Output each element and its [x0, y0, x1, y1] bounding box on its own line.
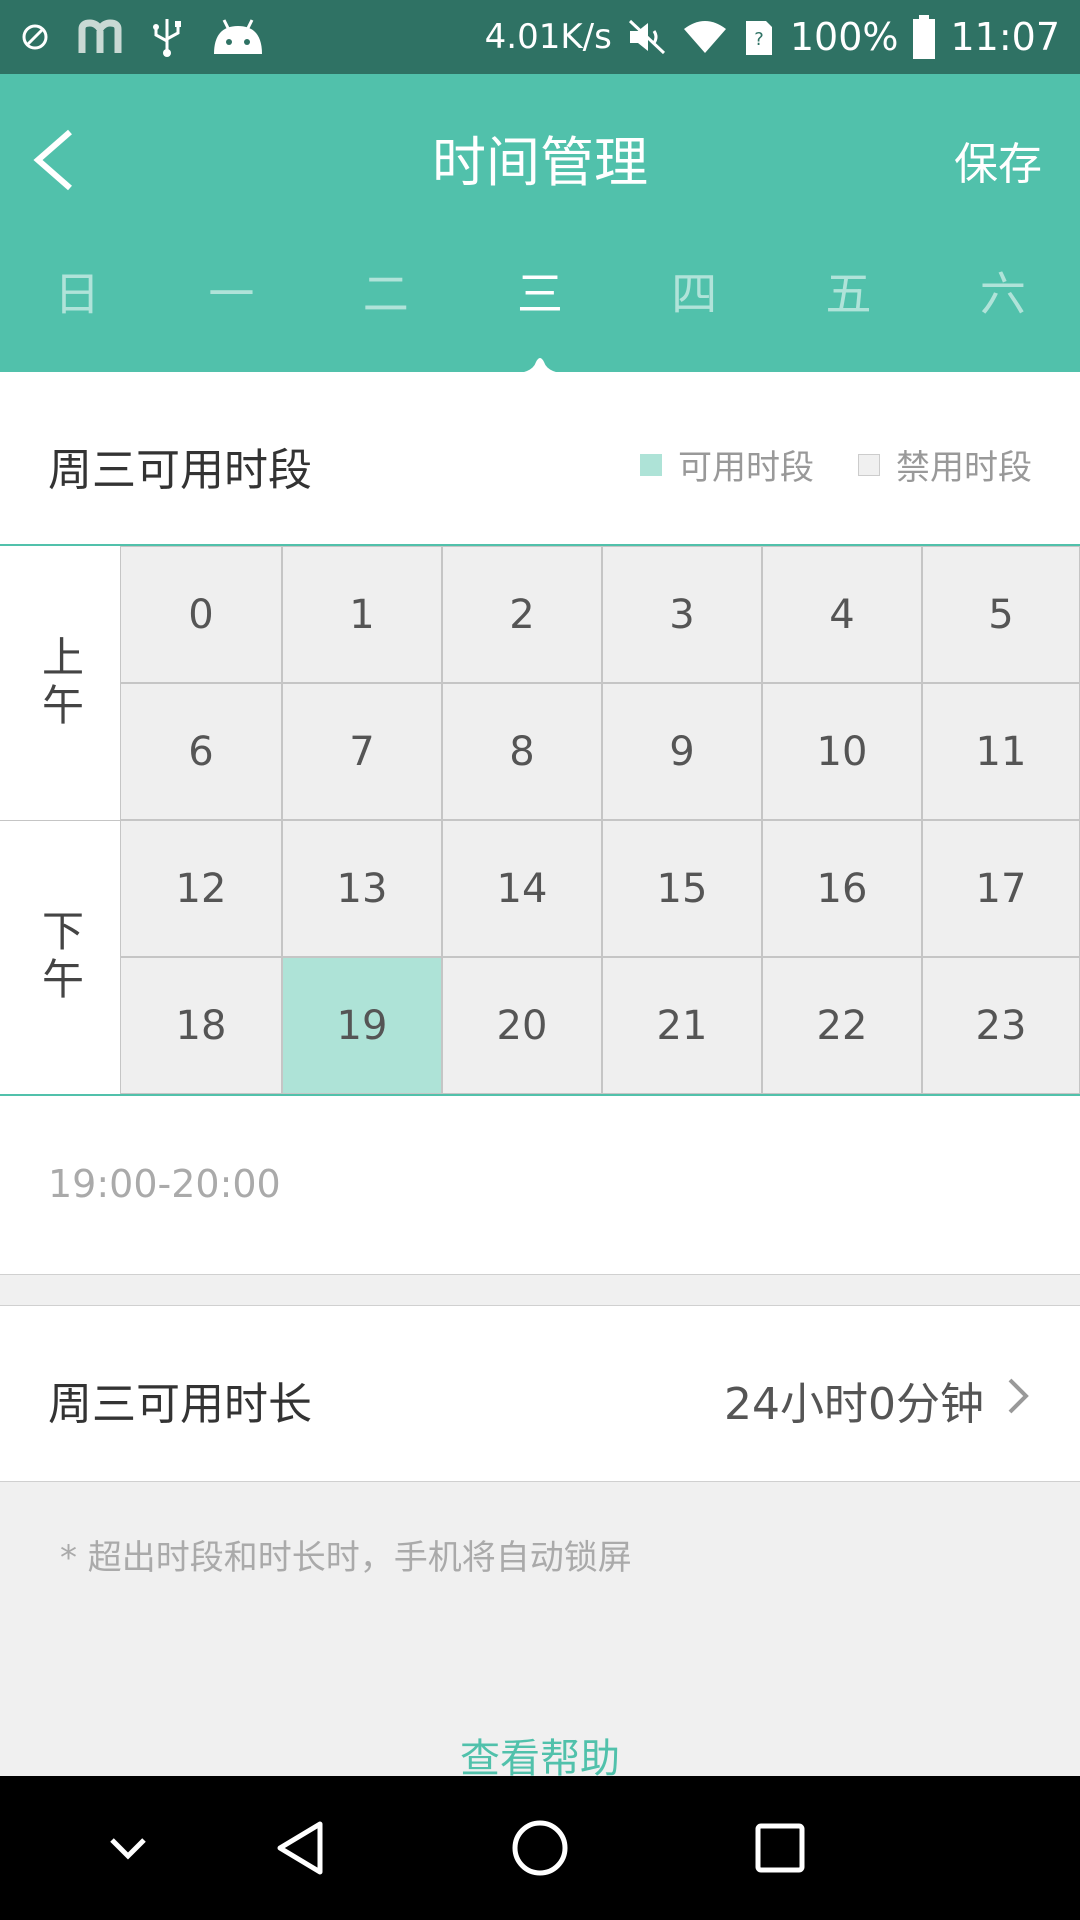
- hour-grid: 上午 下午 0 1 2 3 4 5 6 7 8 9 10 11 12 13 14 15 16 17 18 19 20 21…: [0, 546, 1080, 1096]
- android-icon: [212, 18, 264, 56]
- home-nav-button[interactable]: [480, 1776, 600, 1920]
- chevron-right-icon: [1008, 1378, 1029, 1414]
- period-title: 周三可用时段: [48, 445, 312, 496]
- legend-available-label: 可用时段: [678, 448, 814, 488]
- hour-cell-0[interactable]: 0: [120, 546, 282, 683]
- legend: 可用时段 禁用时段: [640, 440, 1032, 489]
- hour-cell-23[interactable]: 23: [922, 957, 1080, 1094]
- hour-cell-1[interactable]: 1: [282, 546, 442, 683]
- tab-day-3[interactable]: 三: [463, 254, 617, 372]
- wifi-icon: [682, 19, 728, 55]
- svg-text:?: ?: [754, 29, 764, 50]
- hour-cell-8[interactable]: 8: [442, 683, 602, 820]
- section-gap: [0, 1274, 1080, 1306]
- lock-note: * 超出时段和时长时，手机将自动锁屏: [60, 1538, 632, 1578]
- net-speed: 4.01K/s: [484, 17, 612, 57]
- hour-cell-7[interactable]: 7: [282, 683, 442, 820]
- legend-blocked-swatch: [858, 453, 880, 476]
- mute-icon: [626, 17, 668, 57]
- m-app-icon: [78, 19, 122, 55]
- hour-cell-2[interactable]: 2: [442, 546, 602, 683]
- tab-day-4[interactable]: 四: [617, 254, 771, 372]
- hour-cell-5[interactable]: 5: [922, 546, 1080, 683]
- tab-day-2[interactable]: 二: [309, 254, 463, 372]
- hour-cell-17[interactable]: 17: [922, 820, 1080, 957]
- block-icon: [20, 22, 50, 52]
- hour-cell-22[interactable]: 22: [762, 957, 922, 1094]
- recents-nav-button[interactable]: [720, 1776, 840, 1920]
- battery-percent: 100%: [789, 15, 899, 59]
- usb-icon: [150, 15, 184, 59]
- hour-cell-13[interactable]: 13: [282, 820, 442, 957]
- hour-cell-16[interactable]: 16: [762, 820, 922, 957]
- duration-label: 周三可用时长: [48, 1379, 312, 1430]
- square-recents-icon: [755, 1823, 805, 1873]
- hour-cell-15[interactable]: 15: [602, 820, 762, 957]
- am-label: 上午: [35, 635, 85, 731]
- duration-value: 24小时0分钟: [724, 1379, 984, 1430]
- hour-cell-6[interactable]: 6: [120, 683, 282, 820]
- sim-unknown-icon: ?: [742, 17, 776, 57]
- hour-cell-10[interactable]: 10: [762, 683, 922, 820]
- hour-cell-14[interactable]: 14: [442, 820, 602, 957]
- system-nav-bar: [0, 1776, 1080, 1920]
- chevron-down-icon: [110, 1838, 146, 1860]
- tab-day-6[interactable]: 六: [926, 254, 1080, 372]
- selected-range-row: 19:00-20:00: [0, 1096, 1080, 1274]
- status-bar: 4.01K/s ? 100% 11:07: [0, 0, 1080, 74]
- app-bar: 时间管理 保存 日一二三四五六: [0, 74, 1080, 374]
- page-title: 时间管理: [432, 131, 648, 194]
- hour-cell-19[interactable]: 19: [282, 957, 442, 1094]
- circle-home-icon: [512, 1820, 568, 1876]
- legend-available-swatch: [640, 453, 662, 476]
- hour-cell-11[interactable]: 11: [922, 683, 1080, 820]
- save-button[interactable]: 保存: [954, 128, 1042, 192]
- weekday-tabs: 日一二三四五六: [0, 254, 1080, 372]
- period-header: 周三可用时段 可用时段 禁用时段: [0, 372, 1080, 546]
- tab-day-5[interactable]: 五: [771, 254, 925, 372]
- hour-cell-9[interactable]: 9: [602, 683, 762, 820]
- selected-range: 19:00-20:00: [48, 1162, 281, 1206]
- status-left-icons: [20, 15, 264, 59]
- hour-cell-12[interactable]: 12: [120, 820, 282, 957]
- hour-cell-18[interactable]: 18: [120, 957, 282, 1094]
- triangle-back-icon: [277, 1821, 323, 1875]
- back-nav-button[interactable]: [240, 1776, 360, 1920]
- hour-cell-3[interactable]: 3: [602, 546, 762, 683]
- duration-row[interactable]: 周三可用时长 24小时0分钟: [0, 1306, 1080, 1482]
- hour-cell-20[interactable]: 20: [442, 957, 602, 1094]
- status-right: 4.01K/s ? 100% 11:07: [485, 15, 1060, 59]
- clock: 11:07: [950, 15, 1060, 59]
- hour-cell-21[interactable]: 21: [602, 957, 762, 1094]
- tab-day-1[interactable]: 一: [154, 254, 308, 372]
- legend-blocked-label: 禁用时段: [896, 448, 1032, 488]
- tab-day-0[interactable]: 日: [0, 254, 154, 372]
- am-label-box: 上午: [0, 546, 120, 820]
- pm-label-box: 下午: [0, 820, 120, 1094]
- hour-cell-4[interactable]: 4: [762, 546, 922, 683]
- hide-nav-button[interactable]: [68, 1776, 188, 1920]
- pm-label: 下午: [35, 909, 85, 1005]
- battery-icon: [912, 15, 936, 59]
